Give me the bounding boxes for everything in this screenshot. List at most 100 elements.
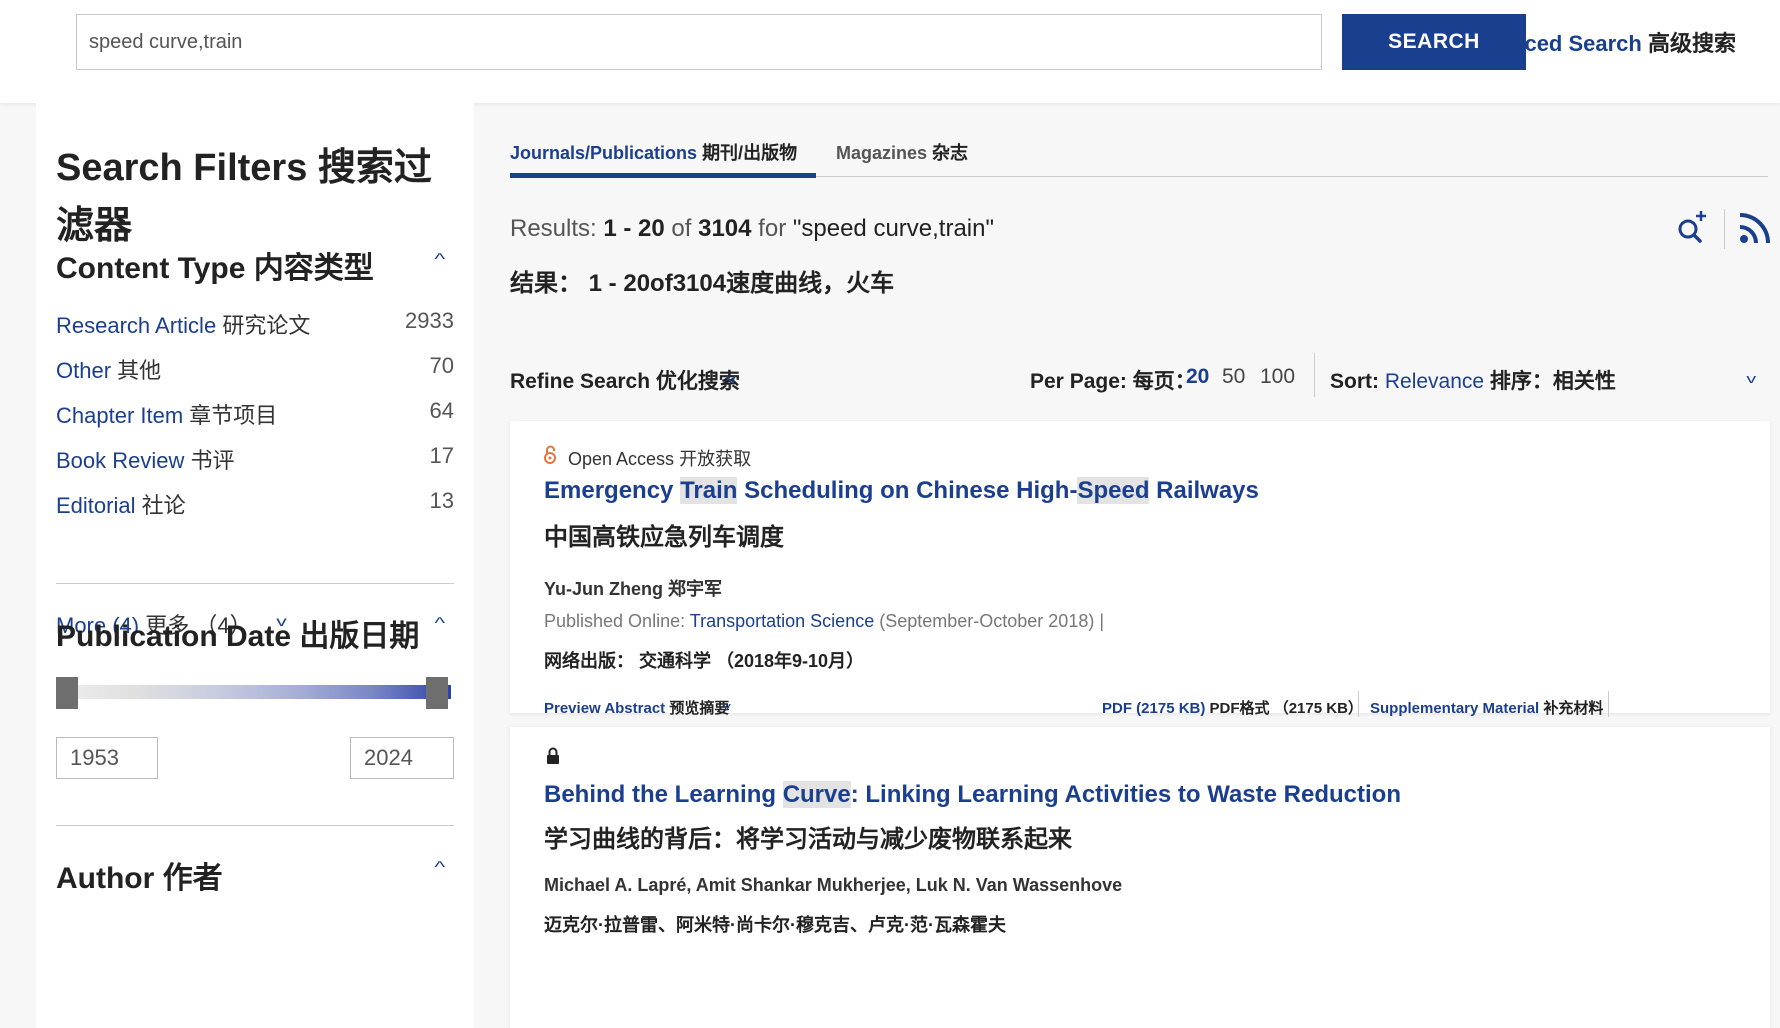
per-page-option-50[interactable]: 50	[1222, 365, 1245, 389]
advanced-search-link[interactable]: Advanced Search 高级搜索	[1526, 26, 1766, 58]
content-type-item[interactable]: Editorial 社论 13	[56, 488, 454, 528]
article-title-link[interactable]: Emergency Train Scheduling on Chinese Hi…	[544, 477, 1259, 505]
tab-magazines[interactable]: Magazines 杂志	[836, 139, 968, 165]
refine-label: Refine Search	[510, 370, 651, 393]
title-part: Scheduling on Chinese High-	[737, 477, 1078, 504]
advanced-search-label: Advanced Search	[1526, 31, 1642, 56]
toolbar-separator	[1314, 353, 1315, 397]
to-year-input[interactable]	[350, 737, 454, 779]
results-total: 3104	[698, 215, 752, 242]
results-summary-cn: 结果： 1 - 20of3104速度曲线，火车	[510, 270, 895, 297]
content-type-item[interactable]: Chapter Item 章节项目 64	[56, 398, 454, 438]
results-summary: Results: 1 - 20 of 3104 for "speed curve…	[510, 215, 994, 243]
content-type-item[interactable]: Research Article 研究论文 2933	[56, 308, 454, 348]
preview-label-cn: 预览摘要	[669, 700, 730, 717]
content-type-label: Book Review	[56, 448, 185, 473]
results-prefix: Results:	[510, 215, 597, 242]
pdf-label-cn: PDF格式 （2175 KB）	[1209, 700, 1363, 717]
title-highlight: Speed	[1077, 477, 1150, 504]
sort-label: Sort:	[1330, 370, 1379, 393]
search-filters-sidebar: Search Filters 搜索过滤器 Content Type 内容类型 ^…	[36, 103, 474, 1028]
content-type-count: 17	[429, 443, 454, 468]
title-part: Emergency	[544, 477, 681, 504]
supp-label: Supplementary Material	[1370, 700, 1540, 717]
title-highlight: Curve	[782, 781, 851, 808]
title-part: Railways	[1149, 477, 1259, 504]
content-type-label: Chapter Item	[56, 403, 184, 428]
sort-dropdown[interactable]: Sort: Relevance 排序：相关性	[1330, 365, 1616, 395]
content-type-label: Other	[56, 358, 112, 383]
preview-abstract-toggle[interactable]: Preview Abstract 预览摘要	[544, 697, 729, 718]
content-type-heading[interactable]: Content Type 内容类型	[56, 243, 374, 287]
refine-search-toggle[interactable]: Refine Search 优化搜索	[510, 365, 740, 395]
access-label: Open Access	[568, 449, 675, 469]
author-heading[interactable]: Author 作者	[56, 853, 223, 897]
content-type-count: 70	[429, 353, 454, 378]
sort-value: Relevance	[1384, 370, 1485, 393]
search-input[interactable]	[76, 14, 1322, 70]
article-authors[interactable]: Yu-Jun Zheng 郑宇军	[544, 575, 722, 601]
published-label: Published Online:	[544, 611, 686, 631]
icon-separator	[1724, 209, 1725, 249]
content-type-item[interactable]: Book Review 书评 17	[56, 443, 454, 483]
advanced-search-label-cn: 高级搜索	[1647, 31, 1736, 56]
open-access-icon	[544, 445, 556, 464]
active-tab-indicator	[510, 173, 816, 178]
divider	[56, 583, 454, 584]
per-page-label: Per Page: 每页：	[1030, 370, 1196, 393]
published-date: (September-October 2018)	[879, 611, 1095, 631]
published-online-line: Published Online: Transportation Science…	[544, 611, 1105, 631]
published-online-cn: 网络出版： 交通科学 （2018年9-10月）	[544, 651, 865, 671]
article-authors-cn: 迈克尔·拉普雷、阿米特·尚卡尔·穆克吉、卢克·范·瓦森霍夫	[544, 915, 1006, 935]
content-type-label-cn: 章节项目	[189, 403, 278, 428]
date-range-slider-track[interactable]	[56, 685, 451, 699]
search-button[interactable]: SEARCH	[1342, 14, 1526, 70]
content-type-label-cn: 书评	[190, 448, 235, 473]
pdf-link[interactable]: PDF (2175 KB) PDF格式 （2175 KB）	[1102, 697, 1363, 718]
per-page-option-100[interactable]: 100	[1260, 365, 1295, 389]
rss-icon[interactable]	[1738, 211, 1772, 245]
chevron-down-icon[interactable]: v	[726, 371, 736, 386]
journal-link[interactable]: Transportation Science	[690, 611, 874, 631]
divider	[56, 825, 454, 826]
content-type-count: 64	[429, 398, 454, 423]
chevron-up-icon[interactable]: ^	[434, 859, 445, 877]
content-type-label: Editorial	[56, 493, 136, 518]
article-title-link[interactable]: Behind the Learning Curve: Linking Learn…	[544, 781, 1401, 809]
tab-journals[interactable]: Journals/Publications 期刊/出版物	[510, 139, 797, 165]
chevron-up-icon[interactable]: ^	[434, 251, 445, 269]
results-for: for	[758, 215, 787, 242]
chevron-down-icon[interactable]: v	[1746, 371, 1756, 386]
content-type-label-cn: 其他	[117, 358, 162, 383]
from-year-input[interactable]	[56, 737, 158, 779]
results-of: of	[671, 215, 692, 242]
article-title-cn: 学习曲线的背后：将学习活动与减少废物联系起来	[544, 826, 1072, 853]
article-authors[interactable]: Michael A. Lapré, Amit Shankar Mukherjee…	[544, 875, 1122, 896]
result-card: Open Access 开放获取 Emergency Train Schedul…	[510, 421, 1770, 717]
title-part: : Linking Learning Activities to Waste R…	[850, 781, 1401, 808]
slider-handle-end[interactable]	[426, 677, 448, 709]
slider-handle-start[interactable]	[56, 677, 78, 709]
link-separator	[1358, 691, 1359, 717]
per-page-option-20[interactable]: 20	[1186, 365, 1209, 389]
results-query: "speed curve,train"	[792, 215, 994, 242]
save-search-icon[interactable]	[1674, 209, 1710, 245]
title-highlight: Train	[680, 477, 738, 504]
link-separator	[1608, 691, 1609, 717]
chevron-up-icon[interactable]: ^	[434, 615, 445, 633]
tab-label-cn: 期刊/出版物	[702, 143, 798, 163]
content-type-label-cn: 研究论文	[222, 313, 311, 338]
publication-date-heading[interactable]: Publication Date 出版日期	[56, 611, 419, 655]
content-type-item[interactable]: Other 其他 70	[56, 353, 454, 393]
chevron-down-icon[interactable]: v	[723, 701, 731, 713]
sort-label-cn: 排序：相关性	[1489, 370, 1616, 393]
access-label-cn: 开放获取	[679, 449, 752, 469]
content-type-count: 13	[429, 488, 454, 513]
pdf-label: PDF (2175 KB)	[1102, 700, 1206, 717]
tab-label-cn: 杂志	[932, 143, 969, 163]
open-access-label: Open Access 开放获取	[568, 445, 751, 471]
supp-label-cn: 补充材料	[1543, 700, 1604, 717]
supplementary-material-link[interactable]: Supplementary Material 补充材料	[1370, 697, 1603, 718]
tab-label: Journals/Publications	[510, 143, 698, 163]
results-range: 1 - 20	[603, 215, 665, 242]
